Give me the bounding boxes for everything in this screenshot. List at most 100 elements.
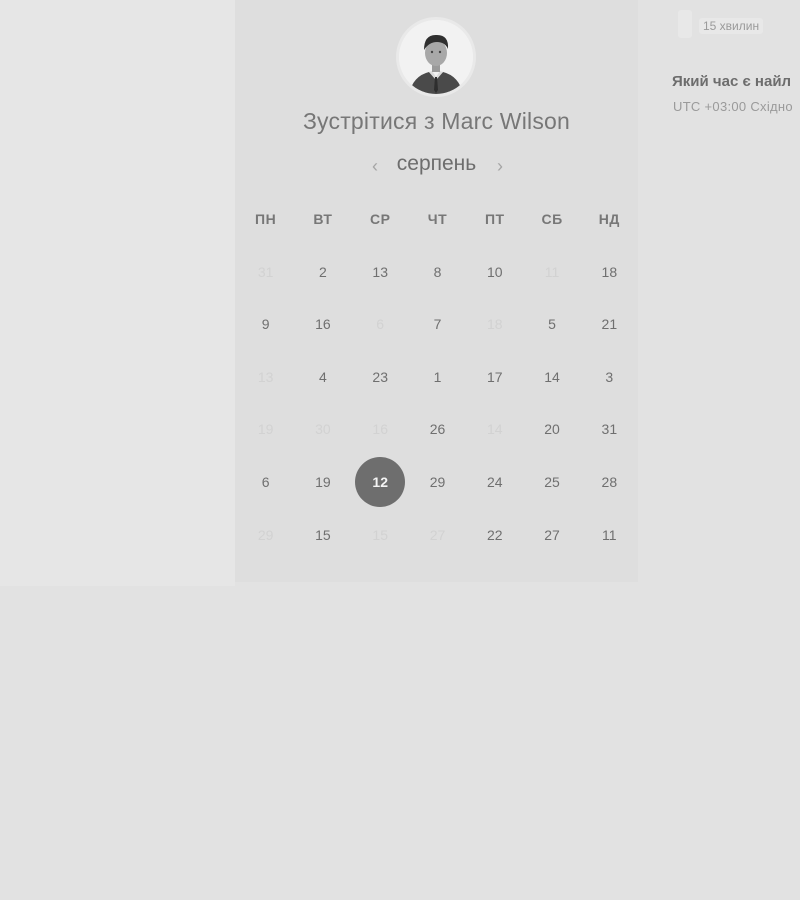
calendar-day-number: 19 xyxy=(315,474,331,490)
avatar xyxy=(399,20,473,94)
calendar-day: 18 xyxy=(466,298,523,350)
calendar-day[interactable]: 13 xyxy=(352,246,409,298)
calendar-day[interactable]: 27 xyxy=(523,509,580,561)
calendar-day: 14 xyxy=(466,403,523,455)
calendar-week-row: 6 19 12 29 24 25 28 xyxy=(235,456,638,508)
weekday-label: ПН xyxy=(255,211,277,227)
calendar-day-number: 10 xyxy=(486,264,503,280)
calendar-day-number: 28 xyxy=(601,474,618,490)
calendar-day-number: 9 xyxy=(261,316,270,332)
calendar-day-number: 27 xyxy=(429,527,446,543)
calendar-day-number: 16 xyxy=(315,316,331,332)
calendar-day-number: 16 xyxy=(372,421,388,437)
left-panel xyxy=(0,0,235,586)
calendar-day[interactable]: 1 xyxy=(409,351,466,403)
calendar-week-row: 19 30 16 26 14 20 31 xyxy=(235,403,638,455)
calendar-day-number: 4 xyxy=(319,369,327,385)
calendar-panel: Зустрітися з Marc Wilson ‹ серпень › ПН … xyxy=(235,0,638,582)
calendar-day[interactable]: 5 xyxy=(523,298,580,350)
calendar-day: 31 xyxy=(237,246,294,298)
calendar-day: 16 xyxy=(352,403,409,455)
calendar-day-number: 24 xyxy=(486,474,503,490)
calendar-day-number: 2 xyxy=(319,264,327,280)
calendar-day[interactable]: 3 xyxy=(581,351,638,403)
calendar-day-number: 21 xyxy=(601,316,618,332)
calendar-day-number: 29 xyxy=(429,474,446,490)
calendar-day[interactable]: 7 xyxy=(409,298,466,350)
calendar-day-number: 15 xyxy=(315,527,331,543)
calendar-day-number: 26 xyxy=(429,421,446,437)
calendar-day-number: 30 xyxy=(315,421,331,437)
calendar-week-row: 13 4 23 1 17 14 3 xyxy=(235,351,638,403)
calendar-day[interactable]: 11 xyxy=(581,509,638,561)
calendar-day[interactable]: 28 xyxy=(581,456,638,508)
calendar-day[interactable]: 18 xyxy=(581,246,638,298)
calendar-day-number: 5 xyxy=(548,316,556,332)
calendar-day-number: 13 xyxy=(372,264,388,280)
calendar-day[interactable]: 29 xyxy=(409,456,466,508)
calendar-day[interactable]: 4 xyxy=(294,351,351,403)
calendar-day-number: 14 xyxy=(544,369,560,385)
calendar-day: 11 xyxy=(523,246,580,298)
calendar-day[interactable]: 23 xyxy=(352,351,409,403)
calendar-day: 15 xyxy=(352,509,409,561)
calendar-week-row: 9 16 6 7 18 5 21 xyxy=(235,298,638,350)
timezone-selector[interactable]: UTC +03:00 Східно xyxy=(673,99,793,114)
calendar-day[interactable]: 2 xyxy=(294,246,351,298)
weekday-label: ЧТ xyxy=(427,211,448,227)
calendar-day-number: 19 xyxy=(257,421,274,437)
calendar-day-number: 3 xyxy=(605,369,614,385)
calendar-day-number: 7 xyxy=(433,316,442,332)
calendar-day-number: 17 xyxy=(486,369,503,385)
calendar-day-number: 31 xyxy=(601,421,618,437)
calendar-day[interactable]: 14 xyxy=(523,351,580,403)
calendar-week-row: 29 15 15 27 22 27 11 xyxy=(235,509,638,561)
clock-icon xyxy=(678,10,692,38)
calendar-day[interactable]: 19 xyxy=(294,456,351,508)
calendar-day-number: 11 xyxy=(544,264,560,280)
duration-label: 15 хвилин xyxy=(699,18,764,34)
calendar-day-number: 6 xyxy=(376,316,385,332)
calendar-day[interactable]: 25 xyxy=(523,456,580,508)
meeting-title: Зустрітися з Marc Wilson xyxy=(302,108,571,134)
month-label: серпень xyxy=(396,152,477,175)
calendar-day[interactable]: 10 xyxy=(466,246,523,298)
time-question-heading: Який час є найл xyxy=(672,73,792,90)
calendar-day[interactable]: 15 xyxy=(294,509,351,561)
calendar-day-number: 20 xyxy=(544,421,560,437)
calendar-day-number: 15 xyxy=(372,527,388,543)
calendar-day[interactable]: 20 xyxy=(523,403,580,455)
calendar-day[interactable]: 31 xyxy=(581,403,638,455)
weekday-label: ПТ xyxy=(484,211,505,227)
calendar-day[interactable]: 6 xyxy=(237,456,294,508)
calendar-day-number: 12 xyxy=(355,457,406,507)
calendar-day-number: 22 xyxy=(486,527,503,543)
calendar-day-number: 8 xyxy=(433,264,442,280)
calendar-day-number: 18 xyxy=(601,264,618,280)
weekday-header: ПН ВТ СР ЧТ ПТ СБ НД xyxy=(235,211,638,227)
calendar-day[interactable]: 22 xyxy=(466,509,523,561)
chevron-right-icon[interactable]: › xyxy=(490,156,510,176)
calendar-day-selected[interactable]: 12 xyxy=(352,456,409,508)
calendar-day[interactable]: 21 xyxy=(581,298,638,350)
calendar-day-number: 6 xyxy=(261,474,270,490)
calendar-day[interactable]: 17 xyxy=(466,351,523,403)
weekday-label: ВТ xyxy=(313,211,333,227)
calendar-day: 30 xyxy=(294,403,351,455)
calendar-day[interactable]: 16 xyxy=(294,298,351,350)
calendar-day-number: 1 xyxy=(433,369,442,385)
calendar-day-number: 23 xyxy=(372,369,388,385)
calendar-day[interactable]: 24 xyxy=(466,456,523,508)
weekday-label: НД xyxy=(598,211,620,227)
calendar-day[interactable]: 9 xyxy=(237,298,294,350)
calendar-day-number: 14 xyxy=(486,421,503,437)
booking-panel: 15 хвилин Який час є найл UTC +03:00 Схі… xyxy=(638,0,800,586)
calendar-day-number: 18 xyxy=(486,316,503,332)
calendar-day-number: 11 xyxy=(602,527,617,543)
weekday-label: СР xyxy=(369,211,391,227)
calendar-day[interactable]: 8 xyxy=(409,246,466,298)
calendar-day[interactable]: 26 xyxy=(409,403,466,455)
calendar-day: 6 xyxy=(352,298,409,350)
calendar-day-number: 27 xyxy=(544,527,560,543)
calendar-day-number: 25 xyxy=(544,474,560,490)
